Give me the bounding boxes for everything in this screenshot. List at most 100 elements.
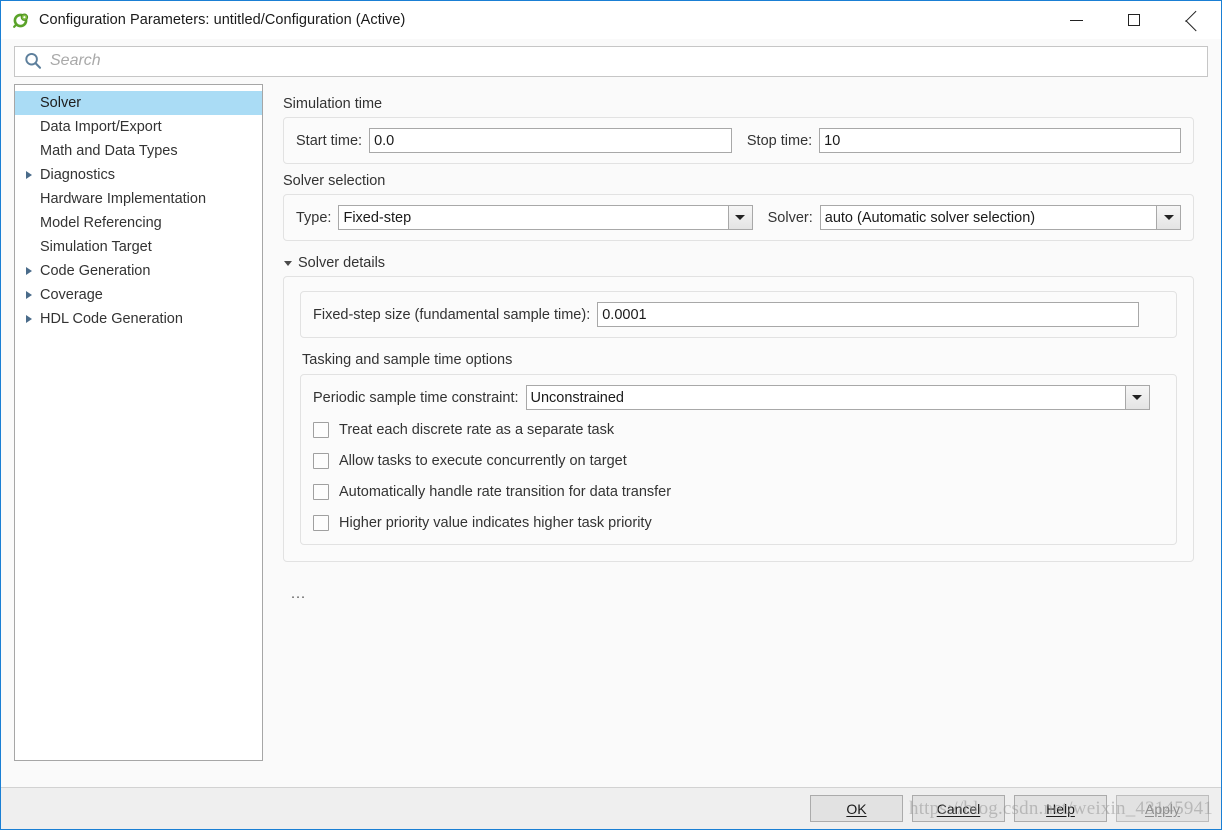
close-icon — [1186, 14, 1199, 27]
type-value: Fixed-step — [343, 209, 412, 226]
type-label: Type: — [296, 209, 332, 226]
type-dropdown[interactable]: Fixed-step — [338, 205, 753, 230]
cancel-button-label: Cancel — [936, 800, 981, 817]
sidebar-item-hdl-code-generation[interactable]: HDL Code Generation — [15, 307, 262, 331]
solver-pane: Simulation time Start time: 0.0 Stop tim… — [263, 83, 1221, 787]
chevron-right-icon[interactable] — [19, 261, 39, 281]
checkbox-label: Automatically handle rate transition for… — [339, 483, 672, 500]
chevron-right-icon[interactable] — [19, 165, 39, 185]
sidebar-item-solver[interactable]: Solver — [15, 91, 262, 115]
simulink-icon — [13, 12, 30, 29]
dialog-footer: https://blog.csdn.net/weixin_43145941 OK… — [1, 787, 1221, 829]
checkbox-treat-each-discrete-rate[interactable] — [313, 421, 329, 438]
periodic-sample-time-dropdown[interactable]: Unconstrained — [525, 385, 1150, 410]
sidebar-item-label: Coverage — [40, 287, 103, 303]
chevron-right-icon[interactable] — [19, 309, 39, 329]
checkbox-higher-priority-value[interactable] — [313, 514, 329, 531]
apply-button-label: Apply — [1144, 800, 1181, 817]
fixed-step-size-label: Fixed-step size (fundamental sample time… — [313, 306, 591, 323]
sidebar-item-code-generation[interactable]: Code Generation — [15, 259, 262, 283]
tasking-options-title: Tasking and sample time options — [302, 352, 513, 368]
title-bar: Configuration Parameters: untitled/Confi… — [1, 1, 1221, 39]
window-controls — [1047, 1, 1221, 39]
periodic-sample-time-value: Unconstrained — [530, 389, 625, 406]
solver-details-panel: Fixed-step size (fundamental sample time… — [283, 276, 1194, 562]
simulation-time-row: Start time: 0.0 Stop time: 10 — [284, 118, 1193, 163]
checkbox-label: Allow tasks to execute concurrently on t… — [339, 452, 627, 469]
help-button[interactable]: Help — [1014, 795, 1107, 822]
periodic-sample-time-row: Periodic sample time constraint: Unconst… — [301, 375, 1176, 414]
solver-selection-title: Solver selection — [283, 173, 386, 189]
sidebar-item-model-referencing[interactable]: Model Referencing — [15, 211, 262, 235]
chevron-down-icon[interactable] — [727, 206, 752, 229]
fixed-step-size-input[interactable]: 0.0001 — [597, 302, 1140, 327]
maximize-icon — [1128, 14, 1140, 26]
checkbox-row[interactable]: Automatically handle rate transition for… — [301, 476, 1176, 507]
solver-value: auto (Automatic solver selection) — [824, 209, 1036, 226]
ok-button-label: OK — [846, 800, 867, 817]
start-time-label: Start time: — [296, 132, 363, 149]
stop-time-input[interactable]: 10 — [819, 128, 1181, 153]
sidebar-item-label: Diagnostics — [40, 167, 115, 183]
simulation-time-group: Start time: 0.0 Stop time: 10 — [283, 117, 1194, 164]
search-bar: Search — [1, 39, 1221, 83]
tasking-options-group: Periodic sample time constraint: Unconst… — [300, 374, 1177, 545]
ok-button[interactable]: OK — [810, 795, 903, 822]
search-input[interactable]: Search — [50, 52, 101, 70]
apply-button[interactable]: Apply — [1116, 795, 1209, 822]
sidebar-item-label: HDL Code Generation — [40, 311, 183, 327]
checkbox-label: Higher priority value indicates higher t… — [339, 514, 652, 531]
chevron-down-icon — [284, 260, 292, 266]
sidebar-item-label: Code Generation — [40, 263, 151, 279]
overflow-indicator[interactable]: ... — [291, 586, 1194, 602]
sidebar-item-data-import-export[interactable]: Data Import/Export — [15, 115, 262, 139]
solver-details-label: Solver details — [298, 255, 386, 271]
checkbox-allow-tasks-concurrently[interactable] — [313, 452, 329, 469]
sidebar-item-label: Hardware Implementation — [40, 191, 207, 207]
solver-details-expander[interactable]: Solver details — [284, 255, 1194, 271]
periodic-sample-time-label: Periodic sample time constraint: — [313, 389, 519, 406]
cancel-button[interactable]: Cancel — [912, 795, 1005, 822]
minimize-button[interactable] — [1047, 1, 1105, 39]
solver-label: Solver: — [767, 209, 813, 226]
sidebar-item-label: Model Referencing — [40, 215, 162, 231]
sidebar-item-label: Simulation Target — [40, 239, 152, 255]
search-box[interactable]: Search — [14, 45, 1208, 77]
start-time-input[interactable]: 0.0 — [369, 128, 732, 153]
chevron-down-icon[interactable] — [1156, 206, 1180, 229]
checkbox-row[interactable]: Treat each discrete rate as a separate t… — [301, 414, 1176, 445]
chevron-down-icon[interactable] — [1124, 386, 1149, 409]
fixed-step-size-row: Fixed-step size (fundamental sample time… — [301, 292, 1176, 337]
sidebar-item-label: Math and Data Types — [40, 143, 178, 159]
checkbox-auto-rate-transition[interactable] — [313, 483, 329, 500]
search-icon — [23, 51, 43, 71]
sidebar-item-coverage[interactable]: Coverage — [15, 283, 262, 307]
close-button[interactable] — [1163, 1, 1221, 39]
configuration-parameters-window: Configuration Parameters: untitled/Confi… — [0, 0, 1222, 830]
minimize-icon — [1069, 19, 1083, 21]
solver-selection-row: Type: Fixed-step Solver: auto (Automatic… — [284, 195, 1193, 240]
help-button-label: Help — [1046, 800, 1075, 817]
window-title: Configuration Parameters: untitled/Confi… — [39, 12, 406, 28]
sidebar-item-math-and-data-types[interactable]: Math and Data Types — [15, 139, 262, 163]
solver-dropdown[interactable]: auto (Automatic solver selection) — [819, 205, 1181, 230]
simulation-time-title: Simulation time — [283, 96, 383, 112]
category-tree[interactable]: Solver Data Import/Export Math and Data … — [14, 84, 263, 761]
sidebar-item-label: Data Import/Export — [40, 119, 162, 135]
sidebar-item-diagnostics[interactable]: Diagnostics — [15, 163, 262, 187]
checkbox-row[interactable]: Higher priority value indicates higher t… — [301, 507, 1176, 538]
stop-time-label: Stop time: — [746, 132, 813, 149]
maximize-button[interactable] — [1105, 1, 1163, 39]
fixed-step-size-group: Fixed-step size (fundamental sample time… — [300, 291, 1177, 338]
chevron-right-icon[interactable] — [19, 285, 39, 305]
sidebar-item-simulation-target[interactable]: Simulation Target — [15, 235, 262, 259]
solver-selection-group: Type: Fixed-step Solver: auto (Automatic… — [283, 194, 1194, 241]
sidebar-item-hardware-implementation[interactable]: Hardware Implementation — [15, 187, 262, 211]
checkbox-row[interactable]: Allow tasks to execute concurrently on t… — [301, 445, 1176, 476]
checkbox-label: Treat each discrete rate as a separate t… — [339, 421, 615, 438]
